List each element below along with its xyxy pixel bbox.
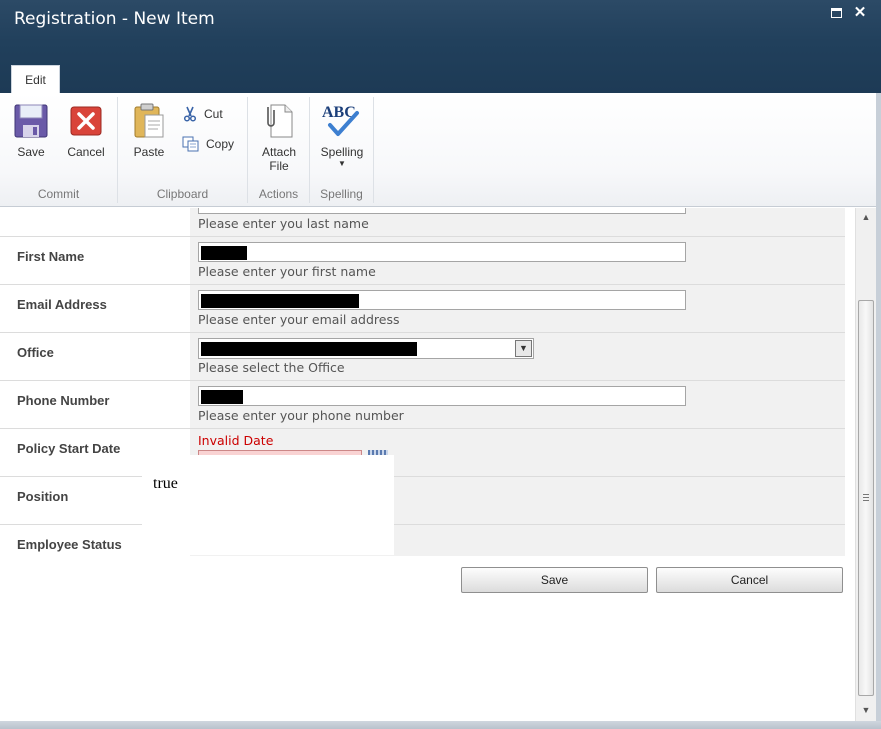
grip-icon (863, 494, 869, 501)
copy-icon (182, 136, 199, 152)
scroll-down-icon[interactable]: ▼ (856, 702, 876, 719)
scissors-icon (183, 106, 197, 122)
paste-icon (134, 103, 164, 138)
form-row-position: Position (0, 477, 845, 525)
ribbon-cancel-button[interactable]: Cancel (61, 101, 111, 159)
office-hint: Please select the Office (198, 360, 345, 375)
field-cell: Please enter your email address (190, 285, 845, 332)
ribbon-paste-label: Paste (133, 145, 165, 159)
cancel-button[interactable]: Cancel (656, 567, 843, 593)
scrollbar-thumb[interactable] (858, 300, 874, 696)
form-row-policy-start-date: Policy Start Date Invalid Date (0, 429, 845, 477)
ribbon-spelling-button[interactable]: ABC Spelling ▼ (317, 101, 367, 169)
form-row-phone: Phone Number Please enter your phone num… (0, 381, 845, 429)
ribbon-attach-label-line1: Attach (261, 145, 297, 159)
tab-edit[interactable]: Edit (11, 65, 60, 94)
ribbon-cut-label: Cut (204, 107, 223, 121)
form-row-first-name: First Name Please enter your first name (0, 237, 845, 285)
close-button[interactable]: ✕ (852, 5, 868, 21)
overlay-text: true (153, 475, 178, 492)
ribbon-group-actions: Attach File Actions (248, 97, 310, 203)
first-name-label: First Name (17, 249, 85, 264)
ribbon: Save Cancel Commit Paste Cut Copy Clipbo… (0, 93, 881, 207)
invalid-date-error: Invalid Date (198, 433, 274, 448)
maximize-button[interactable] (828, 5, 844, 21)
close-icon: ✕ (853, 4, 867, 21)
form-row-last-name: Please enter you last name (0, 208, 845, 237)
email-label: Email Address (17, 297, 107, 312)
policy-start-date-label: Policy Start Date (17, 441, 121, 456)
form-row-office: Office ▼ Please select the Office (0, 333, 845, 381)
ribbon-paste-button[interactable]: Paste (124, 101, 174, 159)
overlay-panel: true (142, 455, 394, 555)
first-name-hint: Please enter your first name (198, 264, 376, 279)
ribbon-group-label: Spelling (320, 187, 363, 201)
phone-hint: Please enter your phone number (198, 408, 404, 423)
phone-field[interactable] (198, 386, 686, 406)
ribbon-save-label: Save (17, 145, 45, 159)
form-row-employee-status: Employee Status (0, 525, 845, 556)
field-cell: Please enter you last name (190, 208, 845, 236)
ribbon-group-commit: Save Cancel Commit (0, 97, 118, 203)
ribbon-cancel-label: Cancel (67, 145, 105, 159)
redacted-value (201, 342, 417, 356)
phone-label: Phone Number (17, 393, 110, 408)
ribbon-spelling-label: Spelling (320, 145, 364, 159)
redacted-value (201, 390, 243, 404)
ribbon-attach-file-button[interactable]: Attach File (254, 101, 304, 173)
employee-status-label: Employee Status (17, 537, 122, 552)
office-select[interactable]: ▼ (198, 338, 534, 359)
cancel-icon (70, 106, 102, 136)
form-row-email: Email Address Please enter your email ad… (0, 285, 845, 333)
field-cell: ▼ Please select the Office (190, 333, 845, 380)
redacted-value (201, 246, 247, 260)
last-name-hint: Please enter you last name (198, 216, 369, 231)
field-cell: Please enter your phone number (190, 381, 845, 428)
form-area: Please enter you last name First Name Pl… (0, 208, 855, 721)
window-border (876, 93, 881, 729)
last-name-input[interactable] (198, 208, 686, 214)
first-name-input[interactable] (198, 242, 686, 262)
ribbon-group-clipboard: Paste Cut Copy Clipboard (118, 97, 248, 203)
maximize-icon (830, 8, 842, 18)
ribbon-cut-button[interactable]: Cut (182, 104, 223, 124)
ribbon-copy-label: Copy (206, 137, 235, 151)
attach-file-icon (267, 104, 293, 138)
ribbon-group-label: Commit (37, 187, 80, 201)
window-title: Registration - New Item (14, 9, 215, 29)
save-button[interactable]: Save (461, 567, 648, 593)
ribbon-save-button[interactable]: Save (6, 101, 56, 159)
ribbon-group-spelling: ABC Spelling ▼ Spelling (310, 97, 374, 203)
ribbon-group-label: Clipboard (156, 187, 209, 201)
window-border (0, 721, 881, 729)
email-hint: Please enter your email address (198, 312, 400, 327)
vertical-scrollbar[interactable]: ▲ ▼ (855, 208, 876, 721)
chevron-down-icon[interactable]: ▼ (515, 340, 532, 357)
scroll-up-icon[interactable]: ▲ (856, 209, 876, 226)
position-label: Position (17, 489, 69, 504)
office-label: Office (17, 345, 54, 360)
email-field[interactable] (198, 290, 686, 310)
ribbon-group-label: Actions (258, 187, 299, 201)
save-icon (14, 104, 48, 138)
chevron-down-icon: ▼ (338, 159, 346, 168)
spelling-icon: ABC (322, 101, 360, 139)
ribbon-attach-label-line2: File (269, 159, 289, 173)
field-cell: Please enter your first name (190, 237, 845, 284)
title-bar: Registration - New Item ✕ Edit (0, 0, 881, 94)
ribbon-copy-button[interactable]: Copy (182, 134, 234, 154)
redacted-value (201, 294, 359, 308)
